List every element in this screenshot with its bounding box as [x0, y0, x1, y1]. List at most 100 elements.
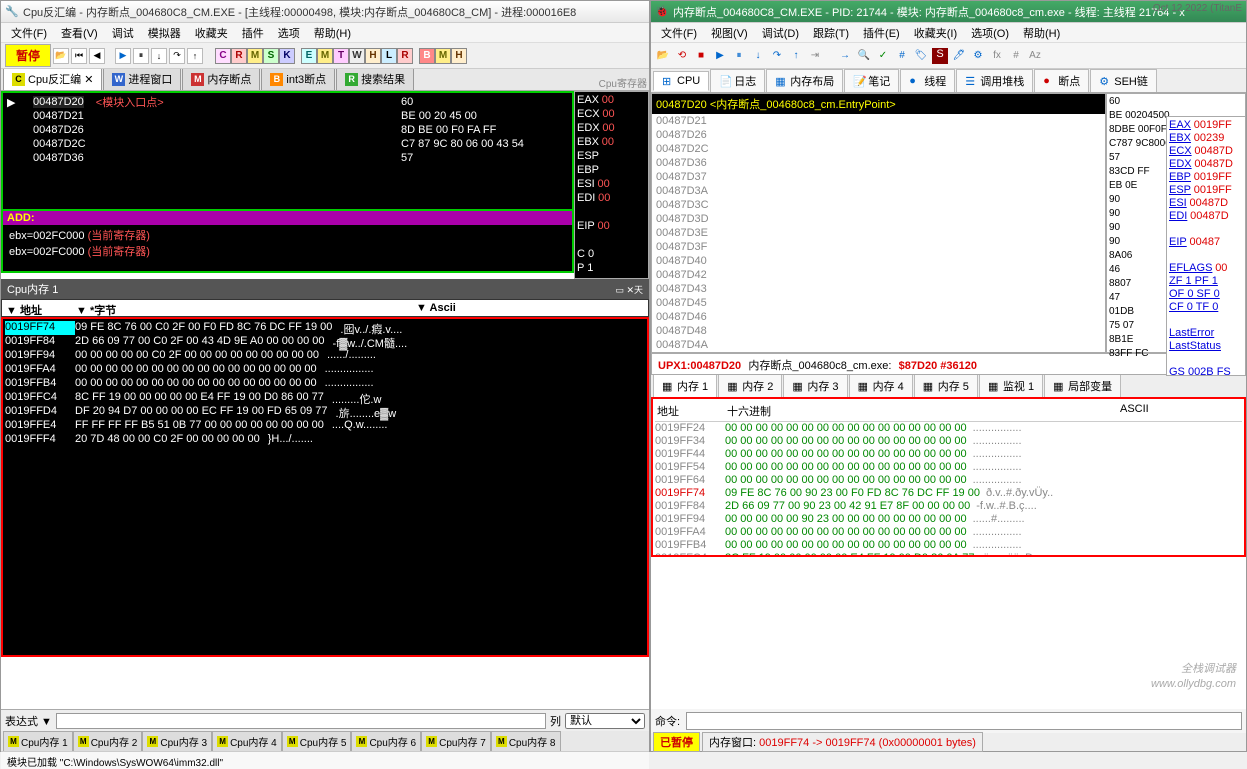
tab-内存断点[interactable]: M内存断点 — [182, 69, 260, 90]
mem-tab[interactable]: MCpu内存 3 — [142, 731, 212, 751]
disasm-row[interactable]: 00487D36 — [652, 156, 1105, 170]
dump-row[interactable]: 0019FF9400 00 00 00 00 C0 2F 00 00 00 00… — [5, 349, 645, 363]
disasm-row[interactable]: 00487D3657 — [7, 151, 568, 165]
menu-item[interactable]: 帮助(H) — [308, 23, 357, 43]
toolbar-C-button[interactable]: C — [215, 48, 231, 64]
mem-tab[interactable]: ▦内存 1 — [653, 375, 717, 397]
disasm-row[interactable]: 00487D46 — [652, 310, 1105, 324]
right-registers[interactable]: EAX 0019FFEBX 00239ECX 00487DEDX 00487DE… — [1166, 116, 1246, 376]
toolbar-T-button[interactable]: T — [333, 48, 349, 64]
step-into-icon[interactable]: ↓ — [750, 48, 766, 64]
back-icon[interactable]: ◀ — [89, 48, 105, 64]
disasm-row[interactable]: 00487D4C — [652, 352, 1105, 353]
right-memory-dump[interactable]: 地址 十六进制 ASCII 0019FF2400 00 00 00 00 00 … — [651, 397, 1246, 557]
toolbar-R-button[interactable]: R — [231, 48, 247, 64]
step-over-icon[interactable]: ↷ — [169, 48, 185, 64]
tab-日志[interactable]: 📄日志 — [710, 69, 765, 93]
dump-row[interactable]: 0019FFA400 00 00 00 00 00 00 00 00 00 00… — [5, 363, 645, 377]
disassembly-pane[interactable]: ▶00487D20<模块入口点>6000487D21BE 00 20 45 00… — [1, 91, 574, 273]
options-icon[interactable]: ⚙ — [970, 48, 986, 64]
mem-tab[interactable]: ▦内存 5 — [914, 375, 978, 397]
toolbar-M-button[interactable]: M — [435, 48, 451, 64]
tab-进程窗口[interactable]: W进程窗口 — [103, 69, 181, 90]
calc-icon[interactable]: 🖊 — [951, 48, 967, 64]
disasm-row[interactable]: ▶00487D20<模块入口点>60 — [7, 95, 568, 109]
play-icon[interactable]: ▶ — [115, 48, 131, 64]
menu-item[interactable]: 帮助(H) — [1017, 23, 1066, 43]
toolbar-E-button[interactable]: E — [301, 48, 317, 64]
mem-tab[interactable]: MCpu内存 7 — [421, 731, 491, 751]
disasm-row[interactable]: 00487D40 — [652, 254, 1105, 268]
mem-row[interactable]: 0019FF2400 00 00 00 00 00 00 00 00 00 00… — [655, 422, 1242, 435]
toolbar-M-button[interactable]: M — [317, 48, 333, 64]
mem-row[interactable]: 0019FFC48C FF 19 00 00 00 00 00 E4 FF 19… — [655, 552, 1242, 557]
tab-线程[interactable]: ●线程 — [900, 69, 955, 93]
mem-tab[interactable]: ▦内存 2 — [718, 375, 782, 397]
disasm-row[interactable]: 00487D3F — [652, 240, 1105, 254]
disasm-row[interactable]: 00487D2CC7 87 9C 80 06 00 43 54 — [7, 137, 568, 151]
disasm-row[interactable]: 00487D45 — [652, 296, 1105, 310]
menu-item[interactable]: 选项(O) — [965, 23, 1015, 43]
disasm-row[interactable]: 00487D26 — [652, 128, 1105, 142]
step-into-icon[interactable]: ↓ — [151, 48, 167, 64]
mem-tab[interactable]: MCpu内存 8 — [491, 731, 561, 751]
mem-row[interactable]: 0019FFB400 00 00 00 00 00 00 00 00 00 00… — [655, 539, 1242, 552]
dump-row[interactable]: 0019FF7409 FE 8C 76 00 C0 2F 00 F0 FD 8C… — [5, 321, 645, 335]
disasm-row[interactable]: 00487D21BE 00 20 45 00 — [7, 109, 568, 123]
dump-row[interactable]: 0019FF842D 66 09 77 00 C0 2F 00 43 4D 9E… — [5, 335, 645, 349]
open-icon[interactable]: 📂 — [53, 48, 69, 64]
disasm-row[interactable]: 00487D3A — [652, 184, 1105, 198]
toolbar-R-button[interactable]: R — [397, 48, 413, 64]
mem-tab[interactable]: MCpu内存 5 — [282, 731, 352, 751]
col-select[interactable]: 默认 — [565, 713, 645, 729]
panel-controls[interactable]: ▭ ✕天 — [615, 283, 643, 296]
dump-row[interactable]: 0019FFC48C FF 19 00 00 00 00 00 E4 FF 19… — [5, 391, 645, 405]
close-icon[interactable]: ✕ — [84, 73, 93, 86]
disasm-row[interactable]: 00487D42 — [652, 268, 1105, 282]
open-icon[interactable]: 📂 — [655, 48, 671, 64]
run-icon[interactable]: ▶ — [712, 48, 728, 64]
toolbar-M-button[interactable]: M — [247, 48, 263, 64]
mem-tab[interactable]: ▦内存 4 — [849, 375, 913, 397]
toolbar-W-button[interactable]: W — [349, 48, 365, 64]
mem-row[interactable]: 0019FF842D 66 09 77 00 90 23 00 42 91 E7… — [655, 500, 1242, 513]
menu-item[interactable]: 调试(D) — [756, 23, 805, 43]
disasm-row[interactable]: 00487D4A — [652, 338, 1105, 352]
disasm-row[interactable]: 00487D43 — [652, 282, 1105, 296]
step-out-icon[interactable]: ↑ — [788, 48, 804, 64]
step-over-icon[interactable]: ↷ — [769, 48, 785, 64]
patch-icon[interactable]: ✓ — [875, 48, 891, 64]
mem-row[interactable]: 0019FFA400 00 00 00 00 00 00 00 00 00 00… — [655, 526, 1242, 539]
dump-row[interactable]: 0019FFD4DF 20 94 D7 00 00 00 00 EC FF 19… — [5, 405, 645, 419]
toolbar-S-button[interactable]: S — [263, 48, 279, 64]
toolbar-H-button[interactable]: H — [451, 48, 467, 64]
restart-icon[interactable]: ⟲ — [674, 48, 690, 64]
toolbar-L-button[interactable]: L — [381, 48, 397, 64]
mem-row[interactable]: 0019FF4400 00 00 00 00 00 00 00 00 00 00… — [655, 448, 1242, 461]
menu-item[interactable]: 选项 — [272, 23, 306, 43]
mem-row[interactable]: 0019FF5400 00 00 00 00 00 00 00 00 00 00… — [655, 461, 1242, 474]
search-icon[interactable]: 🔍 — [856, 48, 872, 64]
menu-item[interactable]: 插件(E) — [857, 23, 906, 43]
menu-item[interactable]: 视图(V) — [705, 23, 754, 43]
disasm-row[interactable]: 00487D2C — [652, 142, 1105, 156]
mem-tab[interactable]: MCpu内存 6 — [351, 731, 421, 751]
mem-tab[interactable]: MCpu内存 4 — [212, 731, 282, 751]
expr-label[interactable]: 表达式 ▼ — [5, 713, 52, 729]
tab-调用堆栈[interactable]: ☰调用堆栈 — [956, 69, 1033, 93]
disasm-row[interactable]: 00487D21 — [652, 114, 1105, 128]
menu-item[interactable]: 文件(F) — [655, 23, 703, 43]
tab-笔记[interactable]: 📝笔记 — [844, 69, 899, 93]
rewind-icon[interactable]: ⏮ — [71, 48, 87, 64]
expr-input[interactable] — [56, 713, 546, 729]
tab-搜索结果[interactable]: R搜索结果 — [336, 69, 414, 90]
tab-SEH链[interactable]: ⚙SEH链 — [1090, 69, 1157, 93]
memory-dump[interactable]: 0019FF7409 FE 8C 76 00 C0 2F 00 F0 FD 8C… — [1, 317, 649, 657]
pause-button[interactable]: 暂停 — [5, 44, 51, 67]
menu-item[interactable]: 文件(F) — [5, 23, 53, 43]
dump-row[interactable]: 0019FFF420 7D 48 00 00 C0 2F 00 00 00 00… — [5, 433, 645, 447]
mem-tab[interactable]: MCpu内存 2 — [73, 731, 143, 751]
trace-icon[interactable]: ⇥ — [807, 48, 823, 64]
menu-item[interactable]: 收藏夹(I) — [908, 23, 963, 43]
mem-row[interactable]: 0019FF6400 00 00 00 00 00 00 00 00 00 00… — [655, 474, 1242, 487]
